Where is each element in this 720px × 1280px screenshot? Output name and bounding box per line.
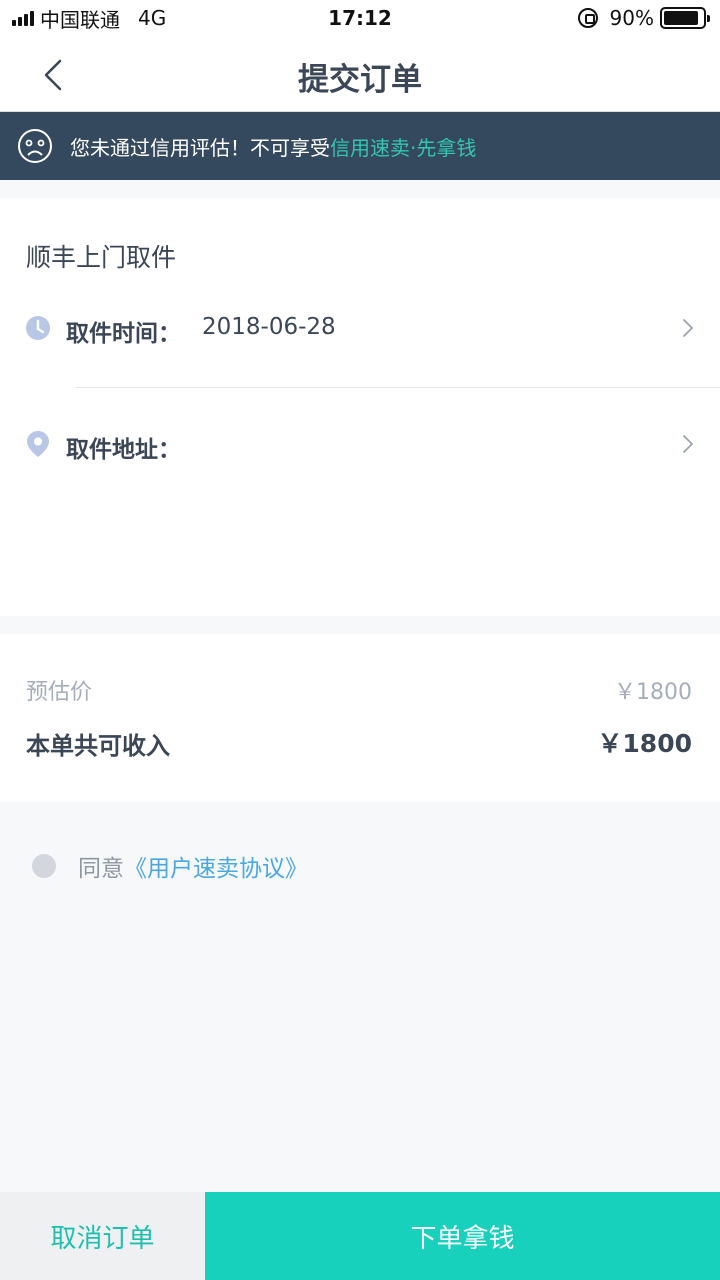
cancel-order-button[interactable]: 取消订单	[0, 1192, 205, 1280]
credit-quick-sell-link[interactable]: 信用速卖·先拿钱	[330, 132, 476, 161]
estimate-price-label: 预估价	[26, 680, 93, 705]
estimate-price-value: ￥1800	[614, 680, 692, 705]
total-income-label: 本单共可收入	[26, 732, 170, 760]
agreement-text: 同意	[78, 856, 124, 882]
status-right: 90%	[577, 5, 710, 31]
battery-icon	[660, 7, 710, 29]
pickup-method-title: 顺丰上门取件	[26, 243, 177, 272]
pickup-address-row[interactable]: 取件地址：	[0, 414, 720, 474]
agreement-checkbox[interactable]	[32, 854, 56, 878]
sad-face-icon	[18, 129, 52, 163]
pickup-card: 顺丰上门取件 取件时间： 2018-06-28 取件地址：	[0, 198, 720, 616]
agreement-row: 同意 《用户速卖协议》	[32, 850, 308, 882]
pickup-time-row[interactable]: 取件时间： 2018-06-28	[0, 298, 720, 358]
agreement-link[interactable]: 《用户速卖协议》	[124, 849, 308, 883]
price-card: 预估价 ￥1800 本单共可收入 ￥1800	[0, 634, 720, 802]
pickup-address-label: 取件地址：	[66, 437, 181, 463]
total-income-value: ￥1800	[597, 729, 692, 758]
notice-text: 您未通过信用评估！不可享受	[70, 135, 330, 160]
location-pin-icon	[27, 431, 49, 457]
chevron-right-icon	[683, 435, 694, 453]
battery-percent: 90%	[609, 6, 654, 30]
page-title: 提交订单	[298, 62, 422, 98]
submit-order-button[interactable]: 下单拿钱	[205, 1192, 720, 1280]
pickup-time-value: 2018-06-28	[202, 314, 336, 340]
clock-icon	[26, 316, 50, 340]
row-divider	[76, 387, 720, 388]
pickup-time-label: 取件时间：	[66, 321, 181, 347]
nav-bar: 提交订单	[0, 36, 720, 112]
rotation-lock-icon	[577, 8, 598, 28]
credit-notice-banner: 您未通过信用评估！不可享受 信用速卖·先拿钱	[0, 112, 720, 180]
chevron-right-icon	[683, 319, 694, 337]
status-bar: 中国联通 4G 17:12 90%	[0, 0, 720, 36]
